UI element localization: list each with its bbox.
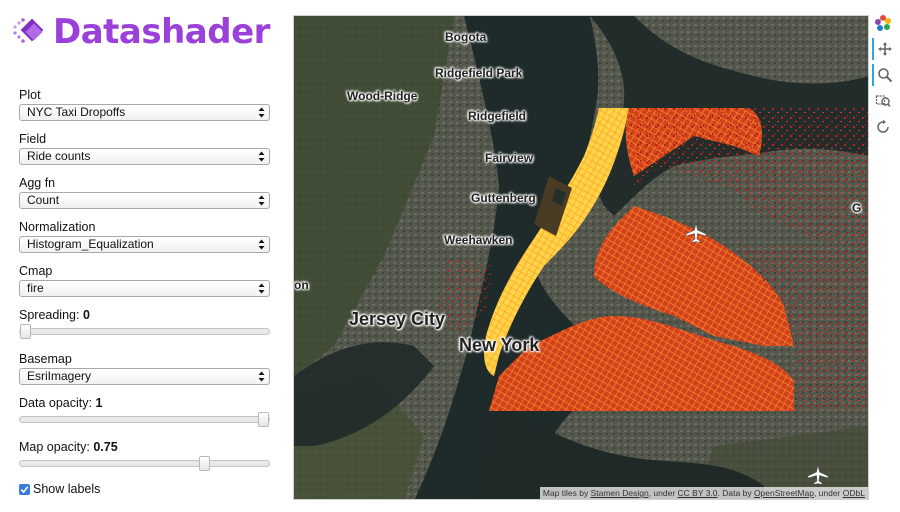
airplane-icon	[807, 464, 829, 485]
app-title: Datashader	[53, 12, 270, 52]
airplane-icon	[685, 222, 707, 243]
pan-icon[interactable]	[872, 38, 896, 60]
place-label-jersey-city: Jersey City	[349, 309, 446, 329]
place-label-edge-right: G	[852, 201, 862, 215]
box-zoom-icon[interactable]	[872, 90, 894, 112]
map-opacity-label: Map opacity: 0.75	[19, 440, 118, 454]
agg-fn-select-value: Count	[27, 193, 60, 207]
data-opacity-slider-handle[interactable]	[258, 412, 269, 427]
place-label-ridgefield: Ridgefield	[468, 109, 527, 123]
map-attribution: Map tiles by Stamen Design, under CC BY …	[539, 487, 868, 499]
attribution-prefix: Map tiles by	[542, 488, 591, 498]
basemap-select[interactable]: EsriImagery	[19, 368, 270, 385]
checkmark-icon	[20, 485, 29, 493]
place-label-guttenberg: Guttenberg	[471, 191, 536, 205]
select-arrows-icon	[258, 283, 265, 294]
app-logo: Datashader	[11, 9, 270, 55]
spreading-value: 0	[82, 308, 90, 322]
attribution-mid1: , under	[648, 488, 678, 498]
osm-link[interactable]: OpenStreetMap	[754, 488, 814, 498]
spreading-slider-handle[interactable]	[20, 324, 31, 339]
data-opacity-slider[interactable]	[19, 412, 270, 427]
attribution-mid3: , under	[813, 488, 843, 498]
place-label-edge-left: on	[294, 278, 309, 292]
normalization-label: Normalization	[19, 220, 96, 234]
bokeh-logo-icon[interactable]	[872, 12, 894, 34]
plot-select-value: NYC Taxi Dropoffs	[27, 105, 126, 119]
agg-fn-label: Agg fn	[19, 176, 56, 190]
map-opacity-slider[interactable]	[19, 456, 270, 471]
cmap-select-value: fire	[27, 281, 44, 295]
basemap-select-value: EsriImagery	[27, 369, 92, 383]
cmap-label: Cmap	[19, 264, 53, 278]
license-link[interactable]: CC BY 3.0	[678, 488, 718, 498]
odbl-link[interactable]: ODbL	[843, 488, 865, 498]
wheel-zoom-icon[interactable]	[872, 64, 896, 86]
show-labels-checkbox[interactable]	[19, 483, 30, 495]
spreading-label: Spreading: 0	[19, 308, 90, 322]
select-arrows-icon	[258, 195, 265, 206]
basemap-label: Basemap	[19, 352, 72, 366]
place-label-wood-ridge: Wood-Ridge	[347, 89, 418, 103]
show-labels-label: Show labels	[33, 482, 101, 496]
place-label-new-york: New York	[459, 335, 540, 355]
plot-select[interactable]: NYC Taxi Dropoffs	[19, 104, 270, 121]
field-select[interactable]: Ride counts	[19, 148, 270, 165]
place-label-bogota: Bogota	[445, 30, 487, 44]
cmap-select[interactable]: fire	[19, 280, 270, 297]
spreading-label-text: Spreading:	[19, 308, 80, 322]
agg-fn-select[interactable]: Count	[19, 192, 270, 209]
reset-icon[interactable]	[872, 116, 894, 138]
normalization-select-value: Histogram_Equalization	[27, 237, 154, 251]
plot-toolbar	[872, 12, 896, 142]
datashader-logo-icon	[11, 13, 49, 51]
select-arrows-icon	[258, 239, 265, 250]
attribution-mid2: . Data by	[717, 488, 754, 498]
plot-label: Plot	[19, 88, 41, 102]
place-label-fairview: Fairview	[485, 151, 534, 165]
data-opacity-value: 1	[95, 396, 103, 410]
field-label: Field	[19, 132, 47, 146]
select-arrows-icon	[258, 151, 265, 162]
data-opacity-label: Data opacity: 1	[19, 396, 102, 410]
map-plot[interactable]: Bogota Ridgefield Park Wood-Ridge Ridgef…	[293, 15, 869, 500]
map-opacity-label-text: Map opacity:	[19, 440, 90, 454]
place-label-weehawken: Weehawken	[444, 233, 513, 247]
field-select-value: Ride counts	[27, 149, 91, 163]
place-label-ridgefield-park: Ridgefield Park	[435, 66, 523, 80]
stamen-link[interactable]: Stamen Design	[591, 488, 649, 498]
select-arrows-icon	[258, 107, 265, 118]
map-opacity-value: 0.75	[93, 440, 118, 454]
show-labels-row[interactable]: Show labels	[19, 482, 100, 496]
spreading-slider[interactable]	[19, 324, 270, 339]
normalization-select[interactable]: Histogram_Equalization	[19, 236, 270, 253]
map-opacity-slider-handle[interactable]	[198, 456, 210, 471]
data-opacity-label-text: Data opacity:	[19, 396, 92, 410]
select-arrows-icon	[258, 371, 265, 382]
